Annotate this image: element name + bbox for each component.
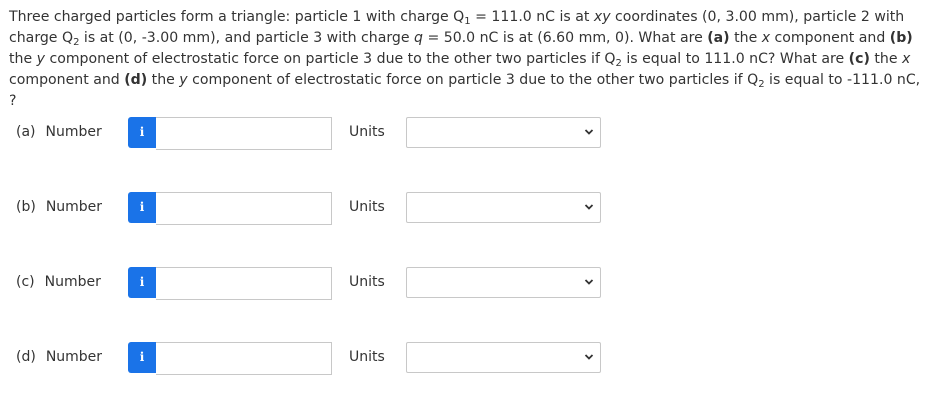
part-label: (b) Number: [16, 199, 103, 215]
units-select-b[interactable]: [406, 192, 601, 223]
number-input-a[interactable]: [156, 117, 332, 150]
answer-row-b: (b) Number i Units: [0, 192, 940, 225]
chevron-down-icon: [584, 354, 594, 360]
units-label: Units: [349, 199, 385, 215]
units-label: Units: [349, 274, 385, 290]
number-input-d[interactable]: [156, 342, 332, 375]
info-icon[interactable]: i: [128, 192, 156, 223]
info-icon[interactable]: i: [128, 117, 156, 148]
answer-row-a: (a) Number i Units: [0, 117, 940, 150]
units-label: Units: [349, 124, 385, 140]
part-label: (a) Number: [16, 124, 102, 140]
info-icon[interactable]: i: [128, 267, 156, 298]
chevron-down-icon: [584, 279, 594, 285]
units-select-c[interactable]: [406, 267, 601, 298]
part-label: (c) Number: [16, 274, 101, 290]
chevron-down-icon: [584, 129, 594, 135]
part-label: (d) Number: [16, 349, 103, 365]
answer-row-d: (d) Number i Units: [0, 342, 940, 375]
info-icon[interactable]: i: [128, 342, 156, 373]
units-label: Units: [349, 349, 385, 365]
answer-row-c: (c) Number i Units: [0, 267, 940, 300]
question-text: Three charged particles form a triangle:…: [9, 9, 921, 109]
units-select-a[interactable]: [406, 117, 601, 148]
number-input-c[interactable]: [156, 267, 332, 300]
chevron-down-icon: [584, 204, 594, 210]
number-input-b[interactable]: [156, 192, 332, 225]
units-select-d[interactable]: [406, 342, 601, 373]
